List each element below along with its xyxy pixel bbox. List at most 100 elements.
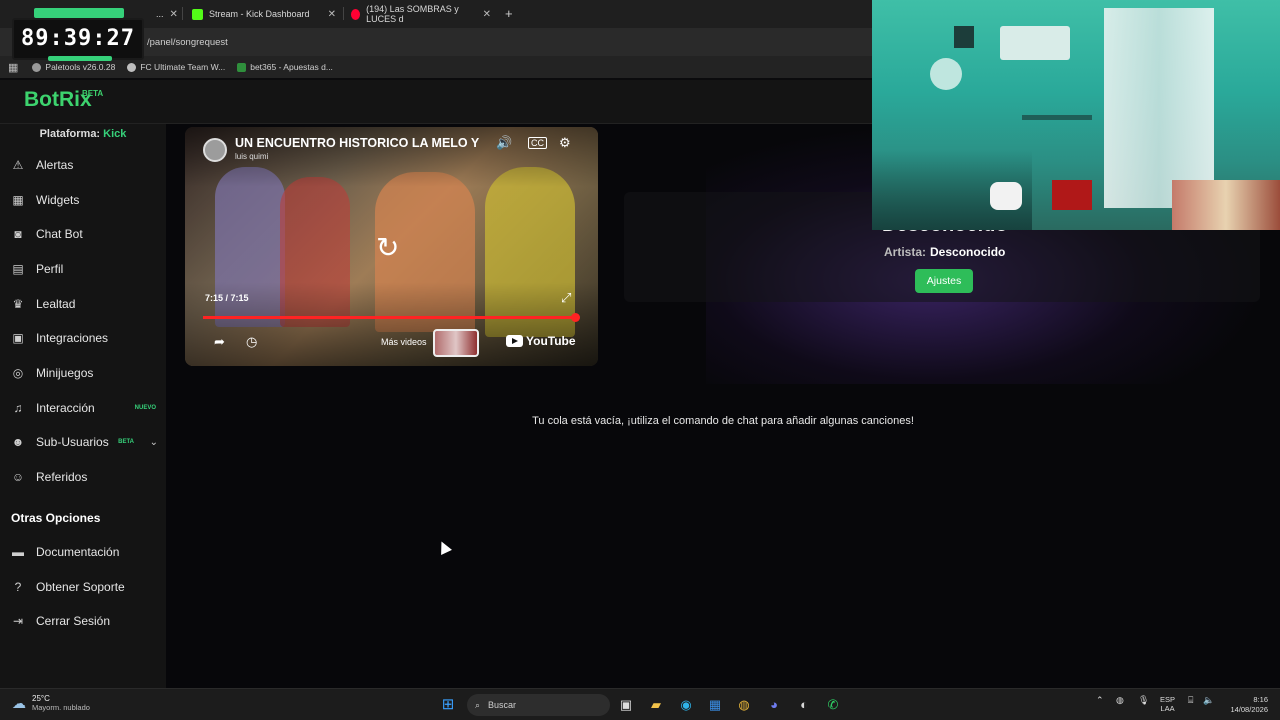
chrome-icon[interactable]: ◍ xyxy=(735,696,753,714)
chevron-down-icon[interactable]: ⌄ xyxy=(150,437,158,448)
bookmark-bet365[interactable]: bet365 - Apuestas d... xyxy=(237,62,333,72)
timer-top-bar xyxy=(34,8,124,18)
sidebar-item-lealtad[interactable]: ♛ Lealtad xyxy=(0,289,166,319)
globe-icon xyxy=(127,62,137,72)
apps-grid-icon[interactable]: ▦ xyxy=(8,61,18,74)
url-text[interactable]: /panel/songrequest xyxy=(147,37,228,48)
more-videos-label[interactable]: Más videos xyxy=(381,337,427,347)
app-icon[interactable]: ◐ xyxy=(795,696,813,714)
sidebar-item-sub-usuarios[interactable]: ☻ Sub-Usuarios BETA ⌄ xyxy=(0,427,166,457)
browser-tab-partial[interactable]: ... ✕ xyxy=(150,3,180,25)
platform-indicator: Plataforma: Kick xyxy=(0,128,166,140)
channel-avatar[interactable] xyxy=(203,138,227,162)
video-progress-bar[interactable] xyxy=(203,316,577,319)
sidebar-item-referidos[interactable]: ☺ Referidos xyxy=(0,462,166,492)
sidebar-item-label: Widgets xyxy=(36,193,80,207)
browser-tab-1-label: ... xyxy=(156,9,164,19)
more-videos-thumbnail[interactable] xyxy=(433,329,479,357)
weather-text: 25°C Mayorm. nublado xyxy=(32,694,90,712)
cloud-icon: ☁ xyxy=(12,694,26,711)
youtube-logo[interactable]: YouTube xyxy=(506,334,576,348)
document-icon: ▬ xyxy=(12,545,24,559)
music-icon: ♫ xyxy=(13,401,23,415)
browser-tab-youtube[interactable]: (194) Las SOMBRAS y LUCES d ✕ xyxy=(345,3,497,25)
youtube-icon xyxy=(351,8,361,20)
language-indicator[interactable]: ESP LAA xyxy=(1160,695,1175,713)
discord-icon[interactable]: ◕ xyxy=(765,696,783,714)
platform-value: Kick xyxy=(103,128,127,140)
browser-tab-kick-dashboard[interactable]: Stream - Kick Dashboard ✕ xyxy=(186,3,342,25)
tab-separator xyxy=(182,7,183,20)
close-tab-icon[interactable]: ✕ xyxy=(483,9,491,20)
chevron-up-icon[interactable]: ⌃ xyxy=(1096,695,1104,706)
progress-knob[interactable] xyxy=(571,313,580,322)
wall-picture xyxy=(954,26,974,48)
taskbar-search[interactable]: ⌕ Buscar xyxy=(467,694,610,716)
botrix-logo[interactable]: BotRix BETA xyxy=(24,88,103,112)
sidebar-item-alertas[interactable]: ⚠ Alertas xyxy=(0,150,166,180)
sidebar-item-obtener-soporte[interactable]: ? Obtener Soporte xyxy=(0,572,166,602)
close-tab-icon[interactable]: ✕ xyxy=(170,9,178,20)
share-icon[interactable]: ➦ xyxy=(214,334,225,350)
tab-separator xyxy=(343,7,344,20)
sidebar-item-chat-bot[interactable]: ◙ Chat Bot xyxy=(0,219,166,249)
captions-icon[interactable]: CC xyxy=(528,137,547,149)
microphone-icon[interactable]: 🎙 xyxy=(1138,695,1149,706)
sidebar-item-label: Minijuegos xyxy=(36,366,94,380)
search-icon: ⌕ xyxy=(475,699,481,710)
search-placeholder: Buscar xyxy=(488,700,517,710)
volume-icon[interactable]: 🔊 xyxy=(496,135,512,151)
robot-icon: ◙ xyxy=(14,227,22,241)
gear-icon[interactable]: ⚙ xyxy=(559,135,571,151)
sidebar-item-cerrar-sesion[interactable]: ⇥ Cerrar Sesión xyxy=(0,606,166,636)
sidebar-item-widgets[interactable]: ▦ Widgets xyxy=(0,185,166,215)
youtube-icon xyxy=(506,335,523,347)
queue-empty-message: Tu cola está vacía, ¡utiliza el comando … xyxy=(532,415,914,427)
bookmark-label: FC Ultimate Team W... xyxy=(140,62,226,72)
settings-button[interactable]: Ajustes xyxy=(915,269,973,293)
paletools-icon xyxy=(32,62,42,72)
wifi-icon[interactable]: ⌸ xyxy=(1188,695,1193,706)
store-icon[interactable]: ▦ xyxy=(706,696,724,714)
id-card-icon: ▤ xyxy=(12,262,24,276)
bookmark-fc-ultimate[interactable]: FC Ultimate Team W... xyxy=(127,62,225,72)
watch-later-icon[interactable]: ◷ xyxy=(246,334,257,350)
whatsapp-icon[interactable]: ✆ xyxy=(824,696,842,714)
sidebar-item-interaccion[interactable]: ♫ Interacción NUEVO xyxy=(0,393,166,423)
video-title[interactable]: UN ENCUENTRO HISTORICO LA MELO Y xyxy=(235,136,485,150)
fullscreen-icon[interactable]: ⤢ xyxy=(561,290,571,306)
sidebar-item-label: Obtener Soporte xyxy=(36,580,125,594)
task-view-icon[interactable]: ▣ xyxy=(617,696,635,714)
sidebar-item-documentacion[interactable]: ▬ Documentación xyxy=(0,537,166,567)
edge-icon[interactable]: ◉ xyxy=(677,696,695,714)
other-options-heading: Otras Opciones xyxy=(11,511,101,525)
file-explorer-icon[interactable]: ▰ xyxy=(647,696,665,714)
sidebar-item-label: Perfil xyxy=(36,262,64,276)
weather-description: Mayorm. nublado xyxy=(32,703,90,712)
clock-time: 8:16 xyxy=(1253,695,1268,704)
system-clock[interactable]: 8:16 14/08/2026 xyxy=(1222,695,1268,715)
youtube-player[interactable]: UN ENCUENTRO HISTORICO LA MELO Y luis qu… xyxy=(185,127,598,366)
users-icon: ☻ xyxy=(11,435,25,449)
bookmark-paletools[interactable]: Paletools v26.0.28 xyxy=(32,62,115,72)
help-icon: ? xyxy=(14,580,22,594)
wall-clock xyxy=(930,58,962,90)
red-table xyxy=(1052,180,1092,210)
volume-tray-icon[interactable]: 🔈 xyxy=(1203,695,1214,706)
sidebar-item-minijuegos[interactable]: ◎ Minijuegos xyxy=(0,358,166,388)
sidebar-item-label: Cerrar Sesión xyxy=(36,614,111,628)
sidebar-item-perfil[interactable]: ▤ Perfil xyxy=(0,254,166,284)
browser-tab-2-label: Stream - Kick Dashboard xyxy=(209,9,310,19)
sidebar-item-integraciones[interactable]: ▣ Integraciones xyxy=(0,323,166,353)
sidebar: Plataforma: Kick ⚠ Alertas ▦ Widgets ◙ C… xyxy=(0,124,166,688)
video-channel[interactable]: luis quimi xyxy=(235,152,268,161)
network-tray-icon[interactable]: ◍ xyxy=(1116,695,1124,706)
replay-icon[interactable]: ↻ xyxy=(376,231,399,264)
new-tab-icon[interactable]: + xyxy=(505,6,513,21)
windows-start-icon[interactable]: ⊞ xyxy=(439,696,457,714)
sidebar-item-label: Referidos xyxy=(36,470,88,484)
sidebar-item-label: Alertas xyxy=(36,158,74,172)
now-playing-artist: Artista: Desconocido xyxy=(884,245,1005,259)
weather-widget[interactable]: ☁ 25°C Mayorm. nublado xyxy=(12,694,90,712)
close-tab-icon[interactable]: ✕ xyxy=(328,9,336,20)
